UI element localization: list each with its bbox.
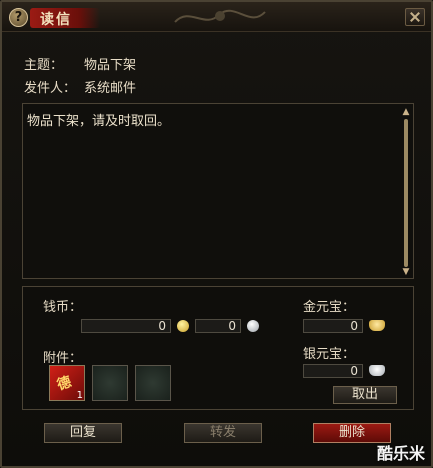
gold-ingot-field: 0 <box>303 319 363 333</box>
attachment-panel: 钱币： 0 0 金元宝： 0 银元宝： 0 附件： 德 1 取出 <box>22 286 414 410</box>
title-bar[interactable]: ? 读信 <box>2 2 431 32</box>
attachment-slot-1[interactable]: 德 1 <box>49 365 85 401</box>
mail-read-window: ? 读信 主题： 物品下架 发件人： 系统邮件 物品下架，请及时取回。 ▲ ▼ … <box>0 0 433 468</box>
silver-ingot-icon <box>369 365 385 376</box>
silver-coin-field: 0 <box>195 319 241 333</box>
silver-ingot-field: 0 <box>303 364 363 378</box>
window-title: 读信 <box>40 12 72 28</box>
gold-coin-field: 0 <box>81 319 171 333</box>
mail-body[interactable]: 物品下架，请及时取回。 ▲ ▼ <box>22 103 414 279</box>
forward-button[interactable]: 转发 <box>184 423 262 443</box>
attachment-slot-2[interactable] <box>92 365 128 401</box>
red-item-icon: 德 <box>55 374 74 394</box>
gold-ingot-icon <box>369 320 385 331</box>
watermark-logo: 酷乐米 <box>376 444 425 463</box>
help-icon[interactable]: ? <box>9 8 28 27</box>
subject-value: 物品下架 <box>84 58 137 73</box>
ornament-icon <box>174 9 266 23</box>
reply-button[interactable]: 回复 <box>44 423 122 443</box>
subject-label: 主题： <box>24 58 64 73</box>
close-icon[interactable] <box>405 8 425 26</box>
sender-label: 发件人： <box>24 81 77 96</box>
money-label: 钱币： <box>43 300 83 315</box>
silver-ingot-label: 银元宝： <box>303 347 356 362</box>
silver-coin-icon <box>247 320 259 332</box>
take-out-button[interactable]: 取出 <box>333 386 397 404</box>
scroll-up-icon[interactable]: ▲ <box>401 107 411 117</box>
scroll-down-icon[interactable]: ▼ <box>401 267 411 277</box>
items-label: 附件： <box>43 351 83 366</box>
item-count: 1 <box>76 390 83 401</box>
scrollbar[interactable]: ▲ ▼ <box>401 107 411 277</box>
scroll-thumb[interactable] <box>404 119 408 267</box>
mail-body-text: 物品下架，请及时取回。 <box>27 114 171 129</box>
attachment-slot-3[interactable] <box>135 365 171 401</box>
gold-coin-icon <box>177 320 189 332</box>
gold-ingot-label: 金元宝： <box>303 300 356 315</box>
sender-value: 系统邮件 <box>84 81 137 96</box>
